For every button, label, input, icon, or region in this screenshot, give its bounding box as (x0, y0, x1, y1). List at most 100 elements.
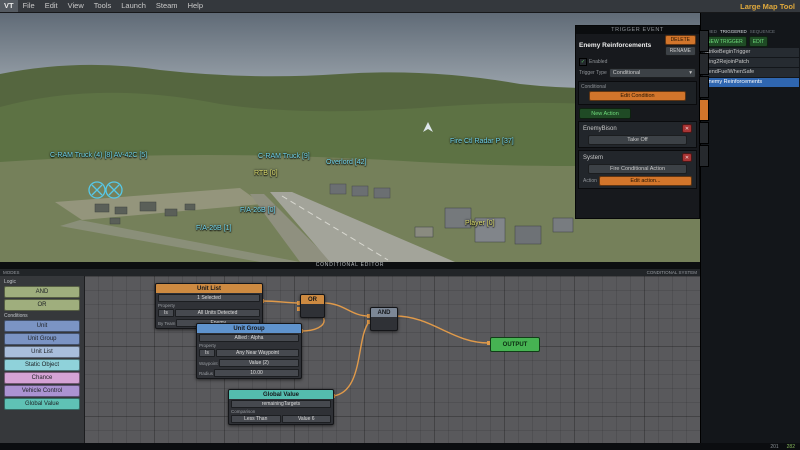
delete-event-button[interactable]: DELETE (665, 35, 696, 45)
unit-label[interactable]: F/A-26B [0] (240, 207, 275, 214)
action-method-button[interactable]: Fire Conditional Action (588, 164, 687, 174)
trigger-mode-tabs: TIMED TRIGGERED SEQUENCE (703, 29, 775, 34)
side-tab-6[interactable] (699, 145, 709, 167)
action-target: System (583, 155, 680, 161)
unit-label[interactable]: C-RAM Truck (4) [8] AV-42C [5] (50, 152, 147, 159)
action-label: Action (583, 178, 597, 184)
group-select-button[interactable]: Allied : Alpha (199, 334, 299, 342)
compare-value-field[interactable]: Value 6 (282, 415, 332, 423)
unit-label[interactable]: Fire Ctl Radar P [37] (450, 138, 514, 145)
unit-select-button[interactable]: 1 Selected (158, 294, 260, 302)
radius-field[interactable]: 10.00 (214, 369, 299, 377)
trigger-event-title: TRIGGER EVENT (576, 26, 699, 34)
node-header[interactable]: Unit List (156, 284, 262, 293)
tool-title: Large Map Tool (740, 2, 800, 11)
edit-condition-button[interactable]: Edit Condition (589, 91, 686, 101)
editor-title: CONDITIONAL EDITOR (0, 262, 700, 269)
palette-unit-group[interactable]: Unit Group (4, 333, 80, 345)
remove-action-button[interactable]: ✕ (682, 124, 692, 133)
side-tab-strip (699, 30, 709, 167)
trigger-type-value: Conditional (613, 70, 641, 76)
unit-label[interactable]: C-RAM Truck [9] (258, 153, 310, 160)
list-item[interactable]: wing2RejoinPatch (703, 58, 799, 67)
unit-label[interactable]: F/A-26B [1] (196, 225, 231, 232)
side-tab-1[interactable] (699, 30, 709, 52)
conditional-section: Conditional Edit Condition (578, 81, 697, 105)
status-value-a: 201 (770, 444, 778, 450)
by-team-label: By Team (158, 321, 175, 326)
chevron-down-icon: ▾ (689, 70, 692, 76)
node-header[interactable]: Unit Group (197, 324, 301, 333)
action-block: System ✕ Fire Conditional Action Action … (578, 150, 697, 189)
palette-or[interactable]: OR (4, 299, 80, 311)
action-block: EnemyBison ✕ Take Off (578, 121, 697, 148)
check-icon: ✓ (581, 59, 585, 65)
side-tab-3[interactable] (699, 76, 709, 98)
waypoint-label[interactable]: RTB [0] (254, 170, 278, 177)
unit-label[interactable]: Overlord [42] (326, 159, 366, 166)
palette-unit[interactable]: Unit (4, 320, 80, 332)
radius-label: Radius (199, 371, 213, 376)
palette-global-value[interactable]: Global Value (4, 398, 80, 410)
trigger-list: StrikeBeginTrigger wing2RejoinPatch Send… (703, 48, 799, 87)
enabled-checkbox[interactable]: ✓ (579, 58, 587, 66)
conditions-section-label: Conditions (4, 313, 84, 319)
enabled-label: Enabled (589, 59, 607, 65)
menu-launch[interactable]: Launch (116, 0, 151, 12)
editor-body: Logic AND OR Conditions Unit Unit Group … (0, 276, 700, 443)
palette-unit-list[interactable]: Unit List (4, 346, 80, 358)
node-or[interactable]: OR (300, 294, 325, 318)
trigger-type-dropdown[interactable]: Conditional ▾ (609, 68, 696, 78)
tab-sequence[interactable]: SEQUENCE (750, 29, 775, 34)
list-item-selected[interactable]: Enemy Reinforcements (703, 78, 799, 87)
node-palette: Logic AND OR Conditions Unit Unit Group … (0, 276, 85, 443)
player-label[interactable]: Player [0] (465, 220, 495, 227)
conditional-label: Conditional (581, 84, 694, 90)
palette-chance[interactable]: Chance (4, 372, 80, 384)
edit-trigger-button[interactable]: EDIT (749, 36, 768, 47)
property-dropdown[interactable]: All Units Detected (175, 309, 260, 317)
palette-and[interactable]: AND (4, 286, 80, 298)
menu-steam[interactable]: Steam (151, 0, 183, 12)
palette-vehicle-control[interactable]: Vehicle Control (4, 385, 80, 397)
action-method-button[interactable]: Take Off (588, 135, 687, 145)
menu-help[interactable]: Help (183, 0, 208, 12)
rename-event-button[interactable]: RENAME (665, 46, 696, 56)
menu-bar: VT File Edit View Tools Launch Steam Hel… (0, 0, 800, 13)
waypoint-dropdown[interactable]: Value (2) (219, 359, 299, 367)
palette-static-object[interactable]: Static Object (4, 359, 80, 371)
node-header[interactable]: AND (371, 308, 397, 317)
node-global-value[interactable]: Global Value remainingTargets Comparison… (228, 389, 334, 425)
remove-action-button[interactable]: ✕ (682, 153, 692, 162)
event-name: Enemy Reinforcements (579, 42, 663, 49)
action-target: EnemyBison (583, 126, 680, 132)
edit-action-button[interactable]: Edit action... (599, 176, 692, 186)
property-dropdown[interactable]: Any Near Waypoint (216, 349, 299, 357)
is-dropdown[interactable]: Is (199, 349, 215, 357)
value-select-button[interactable]: remainingTargets (231, 400, 331, 408)
node-and[interactable]: AND (370, 307, 398, 331)
close-icon: ✕ (685, 126, 689, 132)
menu-edit[interactable]: Edit (40, 0, 63, 12)
list-item[interactable]: SendFuelWhenSafe (703, 68, 799, 77)
comparison-dropdown[interactable]: Less Than (231, 415, 281, 423)
is-dropdown[interactable]: Is (158, 309, 174, 317)
trigger-type-label: Trigger Type (579, 70, 607, 76)
node-output[interactable]: OUTPUT (490, 337, 540, 352)
side-tab-4[interactable] (699, 99, 709, 121)
menu-view[interactable]: View (63, 0, 89, 12)
list-item[interactable]: StrikeBeginTrigger (703, 48, 799, 57)
trigger-event-panel: TRIGGER EVENT Enemy Reinforcements DELET… (575, 25, 700, 219)
app-window: VT File Edit View Tools Launch Steam Hel… (0, 0, 800, 450)
side-tab-5[interactable] (699, 122, 709, 144)
tab-triggered[interactable]: TRIGGERED (720, 29, 747, 34)
menu-tools[interactable]: Tools (89, 0, 117, 12)
new-action-button[interactable]: New Action (579, 108, 631, 119)
menu-file[interactable]: File (18, 0, 40, 12)
side-tab-2[interactable] (699, 53, 709, 75)
triggers-panel: TIMED TRIGGERED SEQUENCE NEW TRIGGER EDI… (700, 12, 800, 443)
node-header[interactable]: OR (301, 295, 324, 304)
node-header[interactable]: Global Value (229, 390, 333, 399)
new-trigger-button[interactable]: NEW TRIGGER (703, 36, 747, 47)
node-unit-group[interactable]: Unit Group Allied : Alpha Property Is An… (196, 323, 302, 379)
